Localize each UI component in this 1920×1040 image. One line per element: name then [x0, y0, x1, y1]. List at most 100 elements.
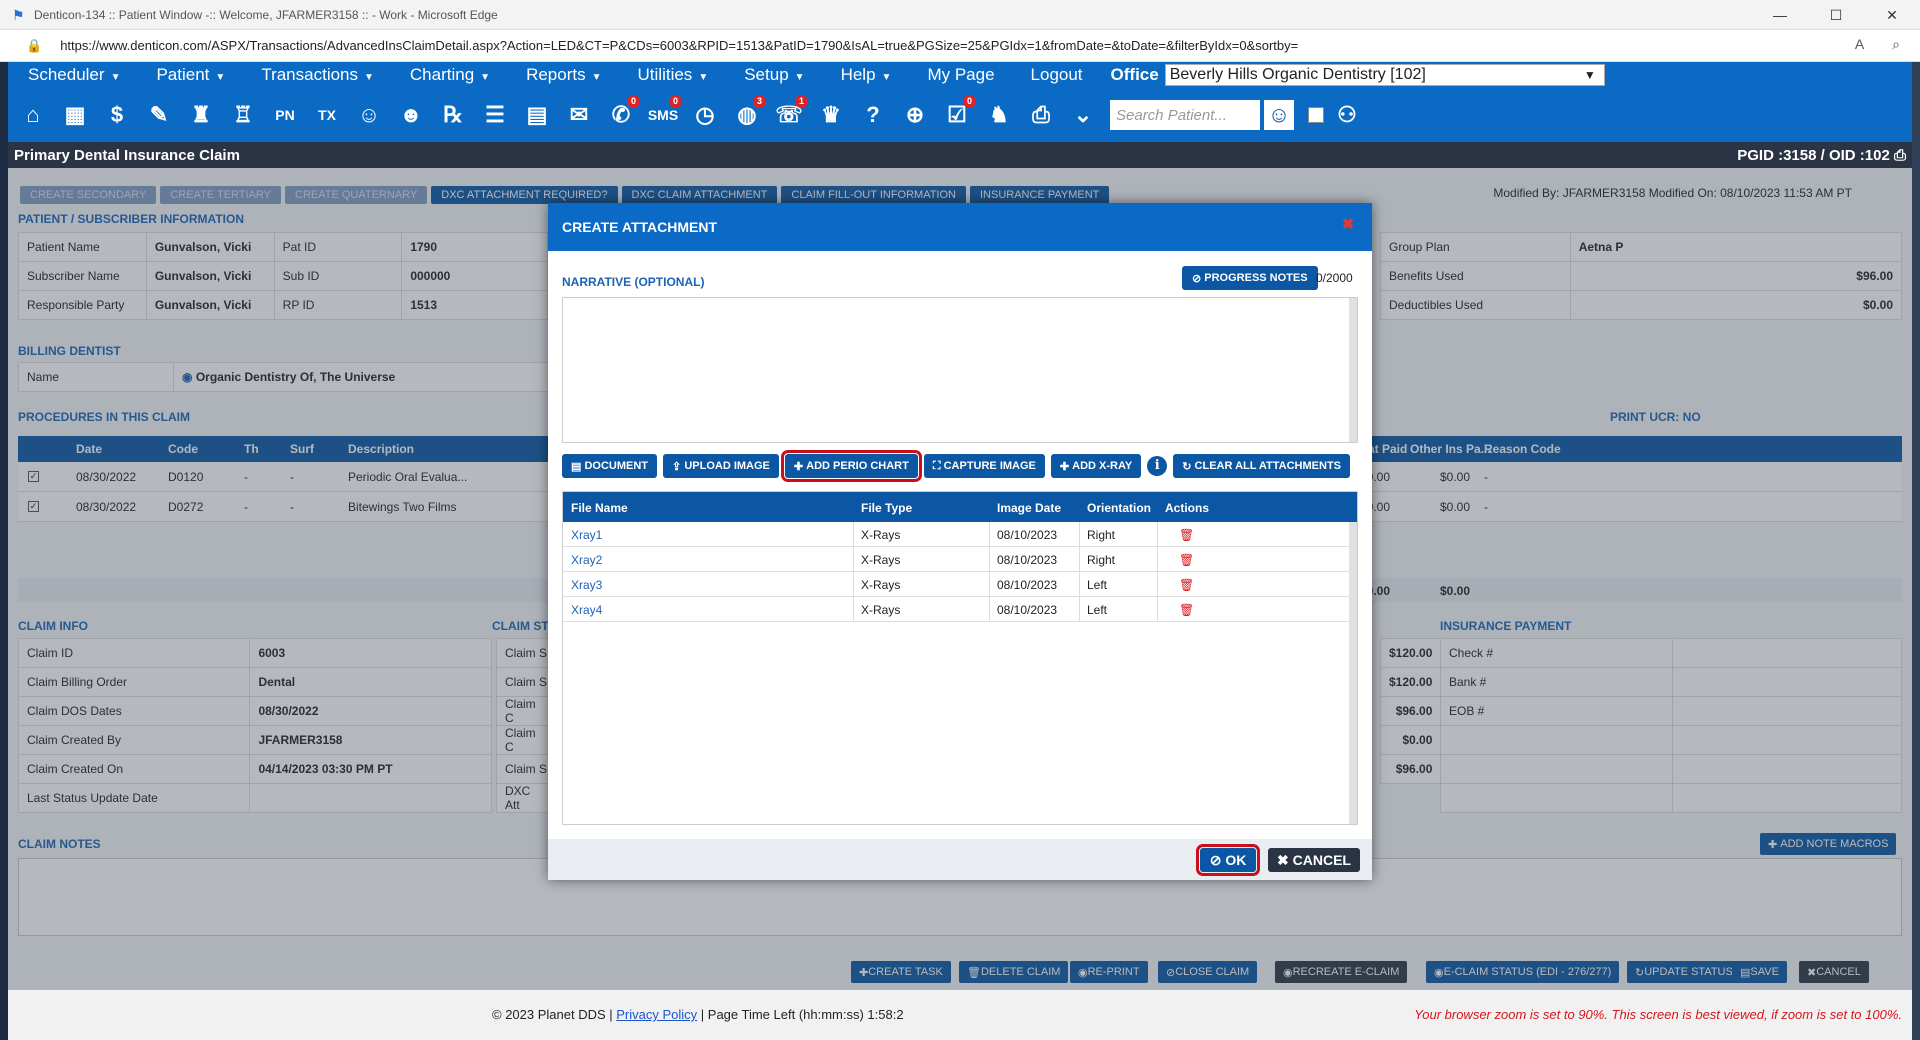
- cancel-button[interactable]: ✖ CANCEL: [1268, 848, 1360, 872]
- document-icon[interactable]: ☰: [476, 95, 514, 135]
- zoom-icon[interactable]: ⌕: [1892, 36, 1900, 53]
- attachment-file[interactable]: Xray4: [571, 603, 602, 617]
- capture-image-button[interactable]: ⛶ CAPTURE IMAGE: [923, 454, 1045, 478]
- attachment-file[interactable]: Xray3: [571, 578, 602, 592]
- main-menu: Scheduler ▼ Patient ▼ Transactions ▼ Charting ▼…: [8, 62, 1912, 88]
- tooth3-icon[interactable]: ♛: [812, 95, 850, 135]
- sms-icon[interactable]: SMS 0: [644, 95, 682, 135]
- col-image-date[interactable]: Image Date: [997, 501, 1061, 515]
- footer: © 2023 Planet DDS | Privacy Policy | Pag…: [8, 990, 1912, 1040]
- close-window-icon[interactable]: ✕: [1864, 0, 1920, 30]
- attachment-type: X-Rays: [861, 578, 901, 592]
- tx-icon[interactable]: TX: [308, 95, 346, 135]
- caret-down-icon: ▼: [794, 72, 805, 83]
- table-row[interactable]: Xray3 X-Rays 08/10/2023 Left 🗑: [563, 572, 1349, 597]
- trash-icon[interactable]: 🗑: [1179, 528, 1194, 542]
- calendar-icon[interactable]: ▦: [56, 95, 94, 135]
- add-x-ray-button[interactable]: ✚ ADD X-RAY: [1050, 454, 1142, 478]
- attachments-table: File Name File Type Image Date Orientati…: [562, 491, 1358, 825]
- add-patient-icon[interactable]: ☺: [350, 95, 388, 135]
- column-divider: [1157, 572, 1158, 597]
- zoom-warning: Your browser zoom is set to 90%. This sc…: [1414, 1007, 1902, 1022]
- mail-icon[interactable]: ✉: [560, 95, 598, 135]
- caret-down-icon: ▼: [364, 72, 374, 83]
- menu-utilities[interactable]: Utilities ▼: [618, 65, 725, 85]
- ok-button[interactable]: ⊘ OK: [1196, 844, 1260, 876]
- narrative-textarea[interactable]: [562, 297, 1358, 443]
- menu-transactions[interactable]: Transactions ▼: [241, 65, 390, 85]
- attachments-scrollbar[interactable]: [1349, 522, 1357, 824]
- clock-icon[interactable]: ◷: [686, 95, 724, 135]
- plus-icon: ✚: [1059, 460, 1070, 473]
- table-row[interactable]: Xray4 X-Rays 08/10/2023 Left 🗑: [563, 597, 1349, 622]
- menu-patient[interactable]: Patient ▼: [136, 65, 241, 85]
- menu-setup[interactable]: Setup ▼: [724, 65, 820, 85]
- search-patient-input[interactable]: Search Patient...: [1110, 100, 1260, 130]
- attachment-type: X-Rays: [861, 603, 901, 617]
- column-divider: [1079, 522, 1080, 547]
- create-attachment-modal: CREATE ATTACHMENT ✖ NARRATIVE (OPTIONAL)…: [548, 203, 1372, 880]
- caret-down-icon: ▼: [698, 72, 709, 83]
- web-icon[interactable]: ⊕: [896, 95, 934, 135]
- tooth-icon[interactable]: ♜: [182, 95, 220, 135]
- rx-icon[interactable]: ℞: [434, 95, 472, 135]
- attachment-file[interactable]: Xray1: [571, 528, 602, 542]
- office-select[interactable]: Beverly Hills Organic Dentistry [102] ▼: [1164, 64, 1605, 86]
- dollar-icon[interactable]: $: [98, 95, 136, 135]
- col-file-name[interactable]: File Name: [571, 501, 628, 515]
- add-perio-chart-button[interactable]: ✚ ADD PERIO CHART: [780, 450, 922, 482]
- chat-icon[interactable]: ✆ 0: [602, 95, 640, 135]
- table-row[interactable]: Xray2 X-Rays 08/10/2023 Right 🗑: [563, 547, 1349, 572]
- printer-icon[interactable]: ⎙: [1894, 147, 1906, 164]
- caret-down-icon: ▼: [480, 72, 491, 83]
- patient-search-icon[interactable]: ☺: [1264, 100, 1294, 130]
- left-edge-strip: [0, 62, 8, 1040]
- caret-down-icon: ▼: [110, 72, 121, 83]
- chevron-down-icon[interactable]: ⌄: [1064, 95, 1102, 135]
- document-button[interactable]: ▤ DOCUMENT: [562, 454, 658, 478]
- support-icon[interactable]: ☏ 1: [770, 95, 808, 135]
- close-icon[interactable]: ✖: [1340, 217, 1356, 233]
- home-icon[interactable]: ⌂: [14, 95, 52, 135]
- toolbar-checkbox[interactable]: [1308, 107, 1324, 123]
- col-file-type[interactable]: File Type: [861, 501, 912, 515]
- notification-badge: 0: [963, 95, 976, 108]
- print-doc-icon[interactable]: ▤: [518, 95, 556, 135]
- column-divider: [1157, 522, 1158, 547]
- notification-badge: 1: [795, 95, 808, 108]
- checklist-icon[interactable]: ☑ 0: [938, 95, 976, 135]
- menu-charting[interactable]: Charting ▼: [390, 65, 506, 85]
- progress-notes-button[interactable]: ⊘ PROGRESS NOTES: [1182, 266, 1318, 290]
- menu-help[interactable]: Help ▼: [821, 65, 908, 85]
- table-row[interactable]: Xray1 X-Rays 08/10/2023 Right 🗑: [563, 522, 1349, 547]
- menu-scheduler[interactable]: Scheduler ▼: [8, 65, 136, 85]
- maximize-icon[interactable]: ☐: [1808, 0, 1864, 30]
- read-aloud-icon[interactable]: A: [1855, 36, 1864, 53]
- col-orientation[interactable]: Orientation: [1087, 501, 1151, 515]
- edit-icon[interactable]: ✎: [140, 95, 178, 135]
- attachment-file[interactable]: Xray2: [571, 553, 602, 567]
- menu-reports[interactable]: Reports ▼: [506, 65, 617, 85]
- address-bar[interactable]: 🔒 https://www.denticon.com/ASPX/Transact…: [0, 30, 1920, 62]
- printer-icon[interactable]: ⎙: [1022, 95, 1060, 135]
- tooth-help-icon[interactable]: ?: [854, 95, 892, 135]
- family-icon[interactable]: ♞: [980, 95, 1018, 135]
- info-icon[interactable]: i: [1147, 456, 1168, 476]
- url-text[interactable]: https://www.denticon.com/ASPX/Transactio…: [60, 38, 1298, 53]
- menu-logout[interactable]: Logout: [1011, 65, 1099, 85]
- minimize-icon[interactable]: —: [1752, 0, 1808, 30]
- menu-my-page[interactable]: My Page: [907, 65, 1010, 85]
- narrative-scrollbar[interactable]: [1349, 298, 1357, 442]
- privacy-policy-link[interactable]: Privacy Policy: [616, 1007, 697, 1022]
- globe-icon[interactable]: ◍ 3: [728, 95, 766, 135]
- upload-image-button[interactable]: ⇪ UPLOAD IMAGE: [663, 454, 779, 478]
- clear-all-attachments-button[interactable]: ↻ CLEAR ALL ATTACHMENTS: [1173, 454, 1350, 478]
- tooth2-icon[interactable]: ♖: [224, 95, 262, 135]
- trash-icon[interactable]: 🗑: [1179, 603, 1194, 617]
- page-header: Primary Dental Insurance Claim PGID :315…: [8, 142, 1912, 168]
- add-patients-icon[interactable]: ☻: [392, 95, 430, 135]
- pn-icon[interactable]: PN: [266, 95, 304, 135]
- group-search-icon[interactable]: ⚇: [1328, 95, 1366, 135]
- trash-icon[interactable]: 🗑: [1179, 578, 1194, 592]
- trash-icon[interactable]: 🗑: [1179, 553, 1194, 567]
